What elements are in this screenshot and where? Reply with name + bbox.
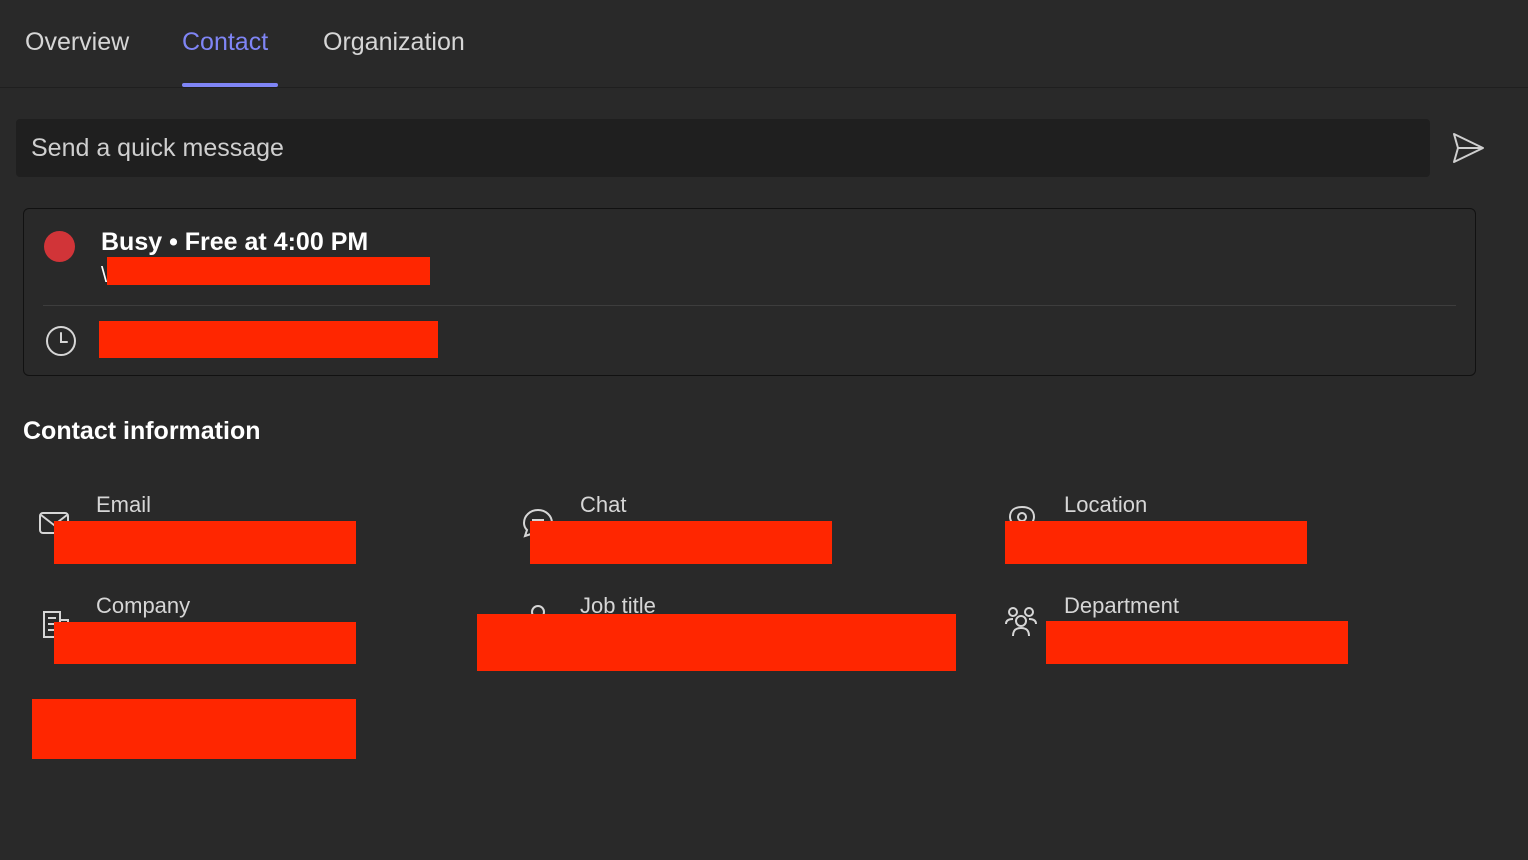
redacted-job-title-value (477, 614, 956, 671)
card-divider (43, 305, 1456, 306)
redacted-field (32, 699, 356, 759)
active-tab-indicator (182, 83, 278, 87)
redacted-chat-value[interactable] (530, 521, 832, 564)
tab-bar: Overview Contact Organization (0, 0, 1528, 88)
chat-label: Chat (580, 492, 627, 517)
email-label: Email (96, 492, 152, 517)
busy-status-icon (44, 231, 75, 262)
clock-icon (46, 326, 76, 356)
quick-message-box (16, 119, 1430, 177)
redacted-email-value[interactable] (54, 521, 356, 564)
tab-overview[interactable]: Overview (25, 28, 129, 57)
redacted-local-time (99, 321, 438, 358)
location-label: Location (1064, 492, 1148, 517)
tab-contact[interactable]: Contact (182, 28, 268, 57)
contact-information-heading: Contact information (23, 417, 261, 445)
department-label: Department (1064, 593, 1179, 618)
send-icon[interactable] (1450, 130, 1486, 166)
company-label: Company (96, 593, 191, 618)
redacted-department-value (1046, 621, 1348, 664)
presence-status: Busy • Free at 4:00 PM (101, 228, 369, 256)
redacted-status-message (107, 257, 430, 285)
quick-message-input[interactable] (16, 119, 1430, 177)
people-icon (1005, 607, 1037, 637)
tab-organization[interactable]: Organization (323, 28, 465, 57)
redacted-location-value (1005, 521, 1307, 564)
redacted-company-value (54, 622, 356, 664)
